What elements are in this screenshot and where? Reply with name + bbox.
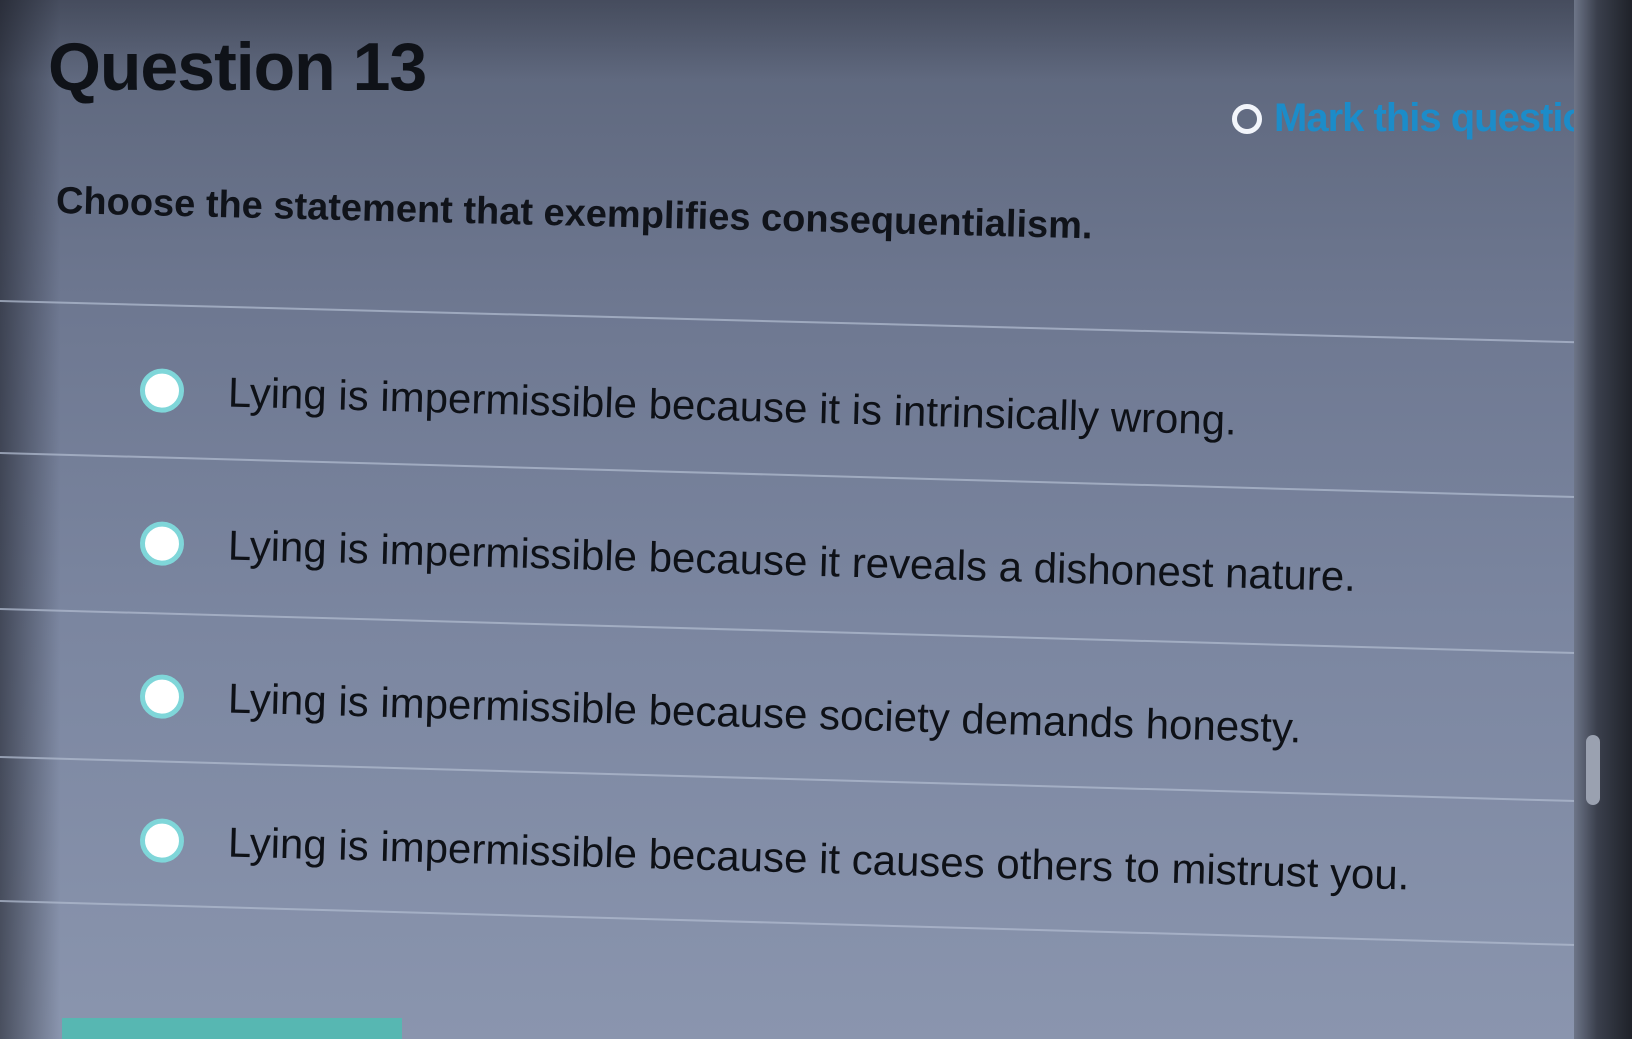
circle-outline-icon[interactable]	[1232, 103, 1262, 134]
accent-bar	[62, 1018, 402, 1039]
quiz-screen: Question 13 Mark this question Choose th…	[0, 0, 1632, 1039]
answer-option-2[interactable]: Lying is impermissible because it reveal…	[139, 503, 1561, 623]
answer-option-text[interactable]: Lying is impermissible because it reveal…	[227, 521, 1356, 600]
left-shade	[0, 0, 60, 1039]
radio-empty-icon[interactable]	[139, 674, 185, 720]
answer-option-text[interactable]: Lying is impermissible because it is int…	[227, 368, 1237, 444]
answer-option-4[interactable]: Lying is impermissible because it causes…	[139, 800, 1561, 920]
question-title: Question 13	[48, 29, 427, 105]
mark-question-label[interactable]: Mark this question	[1274, 96, 1610, 141]
answer-option-1[interactable]: Lying is impermissible because it is int…	[139, 350, 1561, 470]
scrollbar-thumb[interactable]	[1586, 735, 1600, 805]
answer-option-3[interactable]: Lying is impermissible because society d…	[139, 656, 1561, 776]
answer-option-text[interactable]: Lying is impermissible because society d…	[227, 674, 1302, 752]
question-prompt: Choose the statement that exemplifies co…	[55, 180, 1094, 248]
mark-question-toggle[interactable]: Mark this question	[1232, 96, 1610, 141]
radio-empty-icon[interactable]	[139, 521, 185, 567]
answer-option-text[interactable]: Lying is impermissible because it causes…	[227, 818, 1410, 899]
radio-empty-icon[interactable]	[139, 368, 185, 414]
divider	[0, 300, 1600, 344]
radio-empty-icon[interactable]	[139, 818, 185, 864]
screen-bezel	[1574, 0, 1632, 1039]
